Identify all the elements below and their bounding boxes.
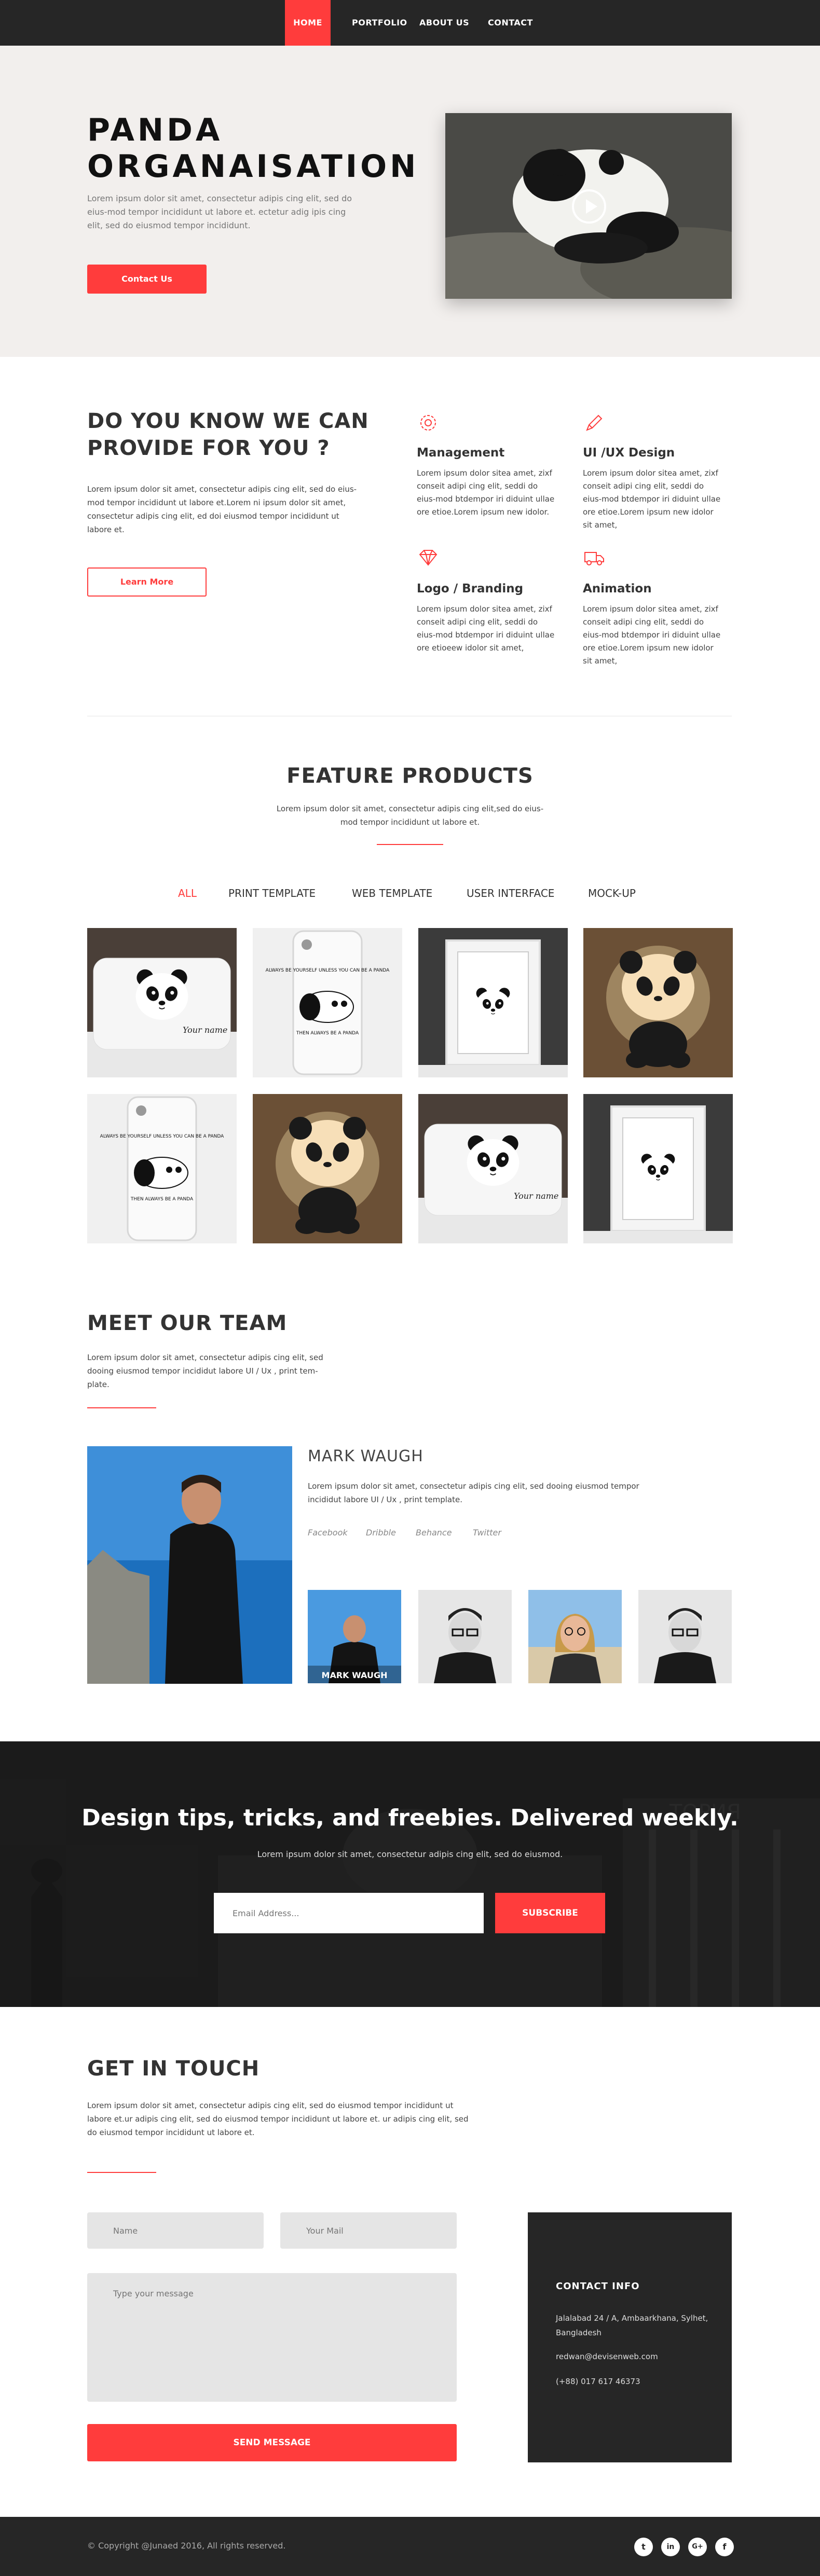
gear-icon (420, 415, 436, 431)
link-behance[interactable]: Behance (416, 1528, 452, 1538)
service-logo-title: Logo / Branding (417, 582, 524, 595)
city-background: ТОРИЯ (0, 1741, 820, 2007)
team-underline (87, 1407, 156, 1408)
hero-section: PANDA ORGANAISATION Lorem ipsum dolor si… (0, 46, 820, 357)
features-description: Lorem ipsum dolor sit amet, consectetur … (276, 804, 544, 827)
contact-title: GET IN TOUCH (87, 2057, 260, 2081)
product-frame[interactable] (583, 1094, 733, 1243)
google-plus-icon[interactable]: G+ (688, 2538, 707, 2556)
member-thumb-1[interactable]: MARK WAUGH (308, 1590, 401, 1683)
product-pillow[interactable]: Your name (87, 928, 237, 1077)
features-underline (377, 844, 443, 845)
contact-email[interactable]: redwan@devisenweb.com (556, 2349, 712, 2364)
contact-phone: (+88) 017 617 46373 (556, 2377, 640, 2386)
contact-description: Lorem ipsum dolor sit amet, consectetur … (87, 2101, 469, 2137)
truck-icon (584, 552, 604, 565)
hero-title: PANDA ORGANAISATION (87, 112, 419, 185)
contact-info-title: CONTACT INFO (556, 2281, 640, 2292)
service-logo-text: Lorem ipsum dolor sitea amet, zixf conse… (417, 604, 555, 653)
product-phone-case[interactable]: ALWAYS BE YOURSELF UNLESS YOU CAN BE A P… (253, 928, 402, 1077)
features-title: FEATURE PRODUCTS (286, 764, 534, 788)
diamond-icon (419, 550, 438, 566)
member-name: MARK WAUGH (308, 1447, 423, 1465)
case-text-top: ALWAYS BE YOURSELF UNLESS YOU CAN BE A P… (266, 968, 390, 973)
contact-underline (87, 2172, 156, 2173)
newsletter-title: Design tips, tricks, and freebies. Deliv… (81, 1805, 739, 1831)
product-frame[interactable] (418, 928, 568, 1077)
link-twitter[interactable]: Twitter (473, 1528, 501, 1538)
footer: © Copyright @Junaed 2016, All rights res… (0, 2517, 820, 2576)
top-nav: HOME PORTFOLIO ABOUT US CONTACT (0, 0, 820, 46)
filter-mock-up[interactable]: MOCK-UP (588, 887, 636, 899)
member-thumb-2[interactable] (418, 1590, 512, 1683)
team-description: Lorem ipsum dolor sit amet, consectetur … (87, 1353, 323, 1389)
filter-web-template[interactable]: WEB TEMPLATE (352, 887, 432, 899)
copyright-text: © Copyright @Junaed 2016, All rights res… (87, 2541, 286, 2551)
thumb-label: MARK WAUGH (322, 1670, 388, 1680)
product-lamp[interactable] (583, 928, 733, 1077)
filter-user-interface[interactable]: USER INTERFACE (467, 887, 554, 899)
link-dribble[interactable]: Dribble (366, 1528, 396, 1538)
link-facebook[interactable]: Facebook (308, 1528, 348, 1538)
mail-field[interactable] (280, 2212, 457, 2249)
pillow-text: Your name (183, 1025, 227, 1035)
service-management-text: Lorem ipsum dolor sitea amet, zixf conse… (417, 468, 555, 517)
nav-home[interactable]: HOME (285, 0, 331, 46)
member-thumb-3[interactable] (528, 1590, 622, 1683)
name-field[interactable] (87, 2212, 264, 2249)
message-field[interactable] (87, 2273, 457, 2402)
member-thumb-4[interactable] (638, 1590, 732, 1683)
play-icon[interactable] (572, 189, 606, 224)
contact-us-button[interactable]: Contact Us (87, 265, 207, 294)
nav-contact[interactable]: CONTACT (488, 0, 533, 46)
case-text-bottom: THEN ALWAYS BE A PANDA (130, 1197, 194, 1202)
nav-portfolio[interactable]: PORTFOLIO (352, 0, 407, 46)
newsletter-description: Lorem ipsum dolor sit amet, consectetur … (257, 1849, 563, 1859)
service-animation-text: Lorem ipsum dolor sitea amet, zixf conse… (583, 604, 721, 666)
service-management-title: Management (417, 446, 505, 460)
service-uiux-title: UI /UX Design (583, 446, 675, 460)
team-title: MEET OUR TEAM (87, 1311, 288, 1335)
newsletter-section: ТОРИЯ Design tips, tricks, and freebies.… (0, 1741, 820, 2007)
learn-more-button[interactable]: Learn More (87, 567, 207, 597)
send-message-button[interactable]: SEND MESSAGE (87, 2424, 457, 2461)
filter-all[interactable]: ALL (178, 887, 197, 899)
twitter-icon[interactable]: t (634, 2538, 653, 2556)
member-photo-large (87, 1446, 292, 1684)
service-animation-title: Animation (583, 582, 652, 595)
subscribe-button[interactable]: SUBSCRIBE (495, 1893, 605, 1933)
hero-description: Lorem ipsum dolor sit amet, consectetur … (87, 193, 352, 230)
filter-print-template[interactable]: PRINT TEMPLATE (228, 887, 316, 899)
services-description: Lorem ipsum dolor sit amet, consectetur … (87, 484, 357, 534)
case-text-top: ALWAYS BE YOURSELF UNLESS YOU CAN BE A P… (100, 1134, 225, 1139)
hero-video[interactable] (445, 113, 732, 299)
services-title: DO YOU KNOW WE CAN PROVIDE FOR YOU ? (87, 409, 369, 460)
page: HOME PORTFOLIO ABOUT US CONTACT PANDA OR… (0, 0, 820, 2576)
pillow-text: Your name (514, 1191, 558, 1201)
member-bio: Lorem ipsum dolor sit amet, consectetur … (308, 1481, 639, 1504)
contact-address: Jalalabad 24 / A, Ambaarkhana, Sylhet, B… (556, 2314, 708, 2337)
nav-about-us[interactable]: ABOUT US (419, 0, 469, 46)
case-text-bottom: THEN ALWAYS BE A PANDA (296, 1031, 359, 1036)
product-pillow[interactable]: Your name (418, 1094, 568, 1243)
email-input[interactable] (214, 1893, 484, 1933)
product-phone-case[interactable]: ALWAYS BE YOURSELF UNLESS YOU CAN BE A P… (87, 1094, 237, 1243)
contact-info-panel: CONTACT INFO Jalalabad 24 / A, Ambaarkha… (528, 2212, 732, 2462)
pencil-icon (586, 414, 603, 431)
linkedin-icon[interactable]: in (661, 2538, 680, 2556)
facebook-icon[interactable]: f (715, 2538, 734, 2556)
product-lamp[interactable] (253, 1094, 402, 1243)
service-uiux-text: Lorem ipsum dolor sitea amet, zixf conse… (583, 468, 721, 530)
